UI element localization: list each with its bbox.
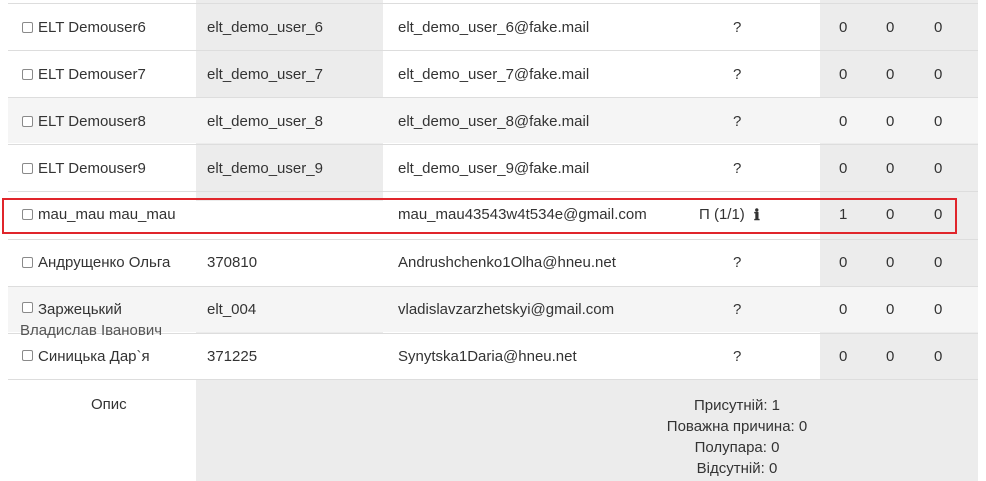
count-present: 0 bbox=[839, 348, 848, 365]
count-excused: 0 bbox=[886, 66, 895, 83]
summary-absent: Відсутній: 0 bbox=[696, 460, 778, 477]
summary-excused: Поважна причина: 0 bbox=[666, 418, 808, 435]
student-username: elt_demo_user_9 bbox=[207, 160, 323, 177]
student-name: ELT Demouser7 bbox=[38, 66, 146, 83]
count-absent: 0 bbox=[934, 19, 943, 36]
count-present: 0 bbox=[839, 254, 848, 271]
summary-present: Присутній: 1 bbox=[693, 397, 781, 414]
student-name: ELT Demouser6 bbox=[38, 19, 146, 36]
row-checkbox[interactable] bbox=[22, 350, 33, 361]
attendance-summary: Присутній: 1 Поважна причина: 0 Полупара… bbox=[637, 395, 837, 479]
count-excused: 0 bbox=[886, 254, 895, 271]
attendance-status: ? bbox=[733, 301, 742, 318]
student-name: Синицька Дар`я bbox=[38, 348, 150, 365]
attendance-status: ? bbox=[733, 160, 742, 177]
count-present: 0 bbox=[839, 160, 848, 177]
attendance-status: ? bbox=[733, 348, 742, 365]
count-absent: 0 bbox=[934, 254, 943, 271]
row-divider bbox=[8, 3, 978, 4]
count-present: 0 bbox=[839, 66, 848, 83]
count-absent: 0 bbox=[934, 348, 943, 365]
student-email: elt_demo_user_7@fake.mail bbox=[398, 66, 590, 83]
student-email: vladislavzarzhetskyi@gmail.com bbox=[398, 301, 615, 318]
count-present: 0 bbox=[839, 19, 848, 36]
count-excused: 0 bbox=[886, 348, 895, 365]
student-username: elt_demo_user_6 bbox=[207, 19, 323, 36]
count-absent: 0 bbox=[934, 301, 943, 318]
student-username: elt_demo_user_8 bbox=[207, 113, 323, 130]
student-email: elt_demo_user_6@fake.mail bbox=[398, 19, 590, 36]
row-divider bbox=[8, 239, 978, 240]
count-excused: 0 bbox=[886, 19, 895, 36]
count-absent: 0 bbox=[934, 66, 943, 83]
student-name: Андрущенко Ольга bbox=[38, 254, 171, 271]
summary-half: Полупара: 0 bbox=[694, 439, 780, 456]
row-divider bbox=[8, 191, 978, 192]
count-absent: 0 bbox=[934, 160, 943, 177]
student-username: 370810 bbox=[207, 254, 258, 271]
row-checkbox[interactable] bbox=[22, 302, 33, 313]
row-checkbox[interactable] bbox=[22, 69, 33, 80]
count-present: 0 bbox=[839, 113, 848, 130]
row-divider bbox=[8, 50, 978, 51]
row-divider bbox=[8, 144, 978, 145]
row-checkbox[interactable] bbox=[22, 163, 33, 174]
student-email: elt_demo_user_9@fake.mail bbox=[398, 160, 590, 177]
count-excused: 0 bbox=[886, 113, 895, 130]
student-username: elt_004 bbox=[207, 301, 257, 318]
student-email: Andrushchenko1Olha@hneu.net bbox=[398, 254, 616, 271]
count-excused: 0 bbox=[886, 301, 895, 318]
student-email: elt_demo_user_8@fake.mail bbox=[398, 113, 590, 130]
row-divider bbox=[8, 379, 978, 380]
attendance-status: ? bbox=[733, 254, 742, 271]
row-divider bbox=[8, 97, 978, 98]
description-label: Опис bbox=[91, 396, 127, 413]
student-username: 371225 bbox=[207, 348, 258, 365]
attendance-status: ? bbox=[733, 19, 742, 36]
row-checkbox[interactable] bbox=[22, 257, 33, 268]
student-name: Заржецький bbox=[38, 301, 122, 318]
count-excused: 0 bbox=[886, 160, 895, 177]
count-absent: 0 bbox=[934, 113, 943, 130]
count-present: 0 bbox=[839, 301, 848, 318]
student-username: elt_demo_user_7 bbox=[207, 66, 323, 83]
row-checkbox[interactable] bbox=[22, 22, 33, 33]
attendance-status: ? bbox=[733, 113, 742, 130]
student-name-line2: Владислав Іванович bbox=[20, 322, 163, 339]
student-name: ELT Demouser8 bbox=[38, 113, 146, 130]
student-name: ELT Demouser9 bbox=[38, 160, 146, 177]
student-email: Synytska1Daria@hneu.net bbox=[398, 348, 577, 365]
highlight-box bbox=[2, 198, 957, 234]
attendance-status: ? bbox=[733, 66, 742, 83]
row-divider bbox=[8, 286, 978, 287]
row-checkbox[interactable] bbox=[22, 116, 33, 127]
